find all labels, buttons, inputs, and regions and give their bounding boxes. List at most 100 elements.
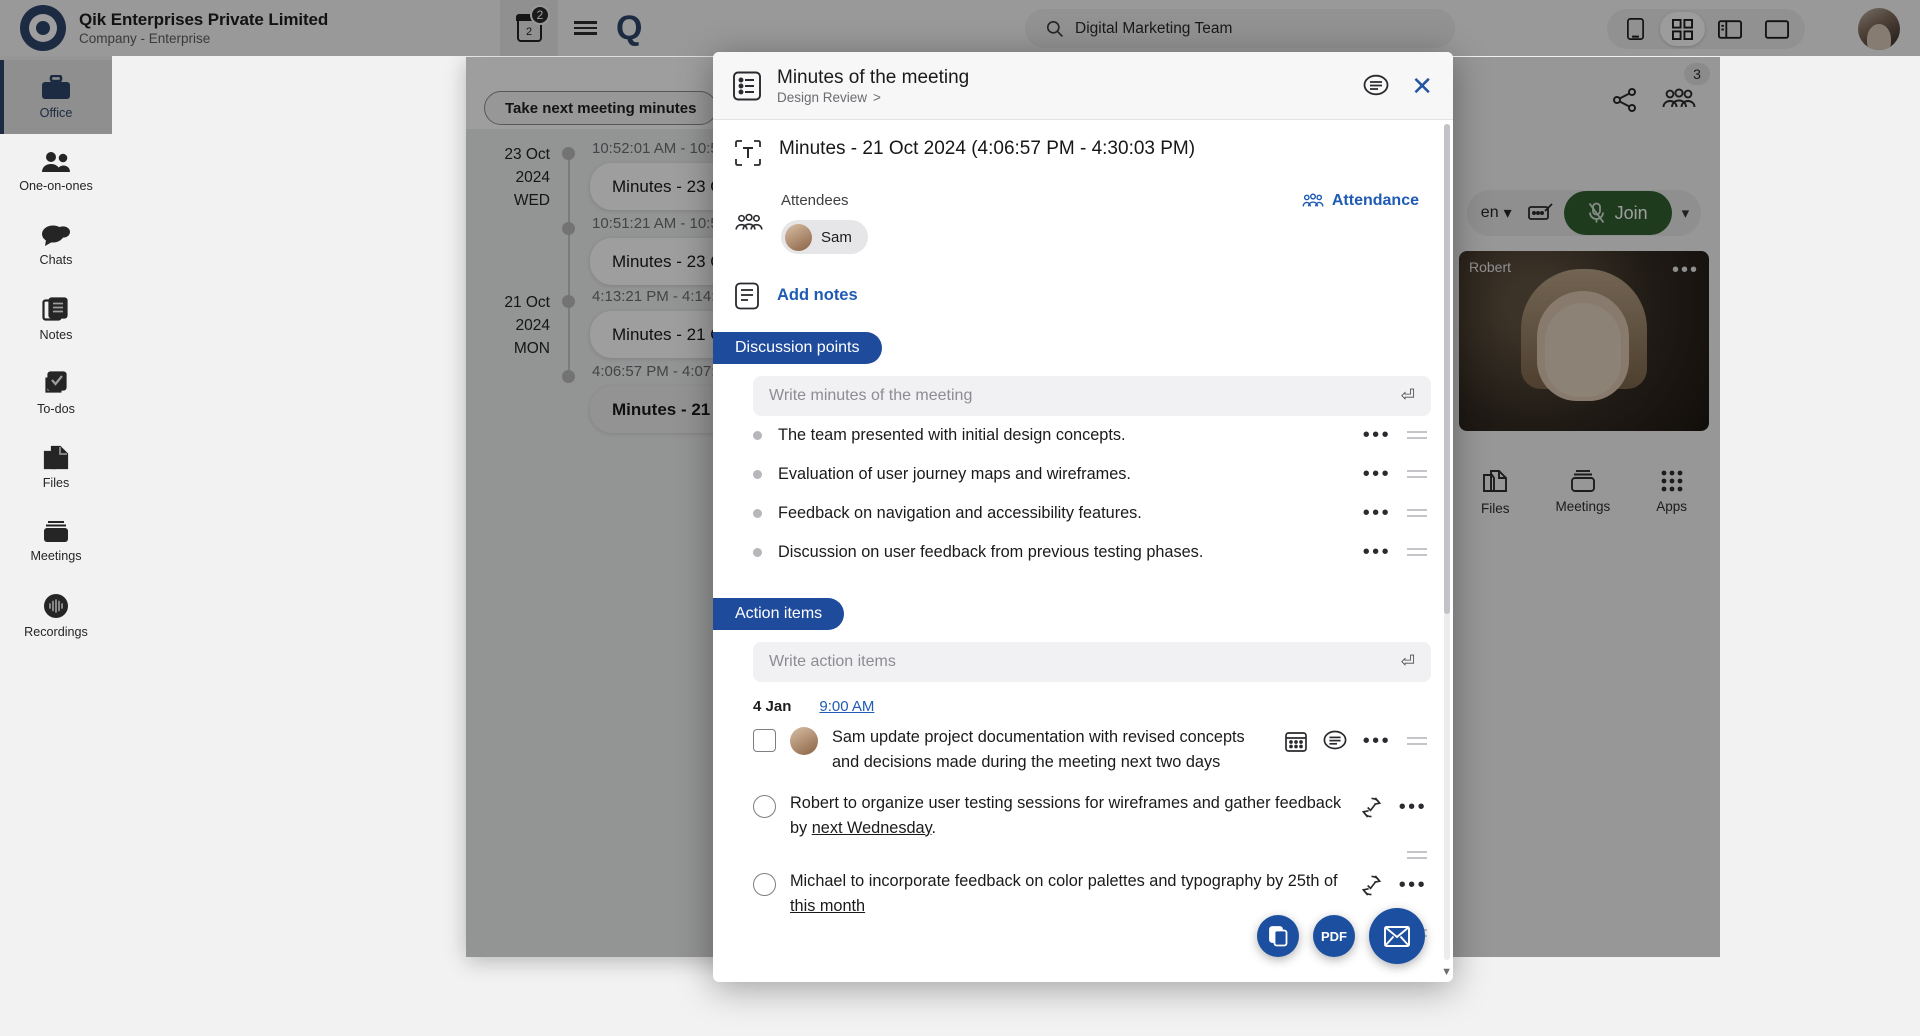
whiteboard-icon[interactable] bbox=[1527, 203, 1554, 223]
split-layout-icon[interactable] bbox=[1707, 12, 1752, 46]
close-icon[interactable]: ✕ bbox=[1411, 73, 1433, 99]
attendance-icon bbox=[1302, 193, 1324, 207]
enter-icon[interactable]: ⏎ bbox=[1401, 386, 1415, 406]
rail-item-recordings[interactable]: Recordings bbox=[0, 578, 112, 652]
attendees-icon bbox=[735, 213, 763, 230]
tabs-button[interactable]: 2 2 bbox=[500, 0, 558, 56]
breadcrumb-label: Design Review bbox=[777, 90, 868, 105]
drag-handle-icon[interactable] bbox=[1407, 470, 1427, 478]
recurring-icon[interactable] bbox=[1360, 796, 1383, 819]
modal-scrollbar-thumb[interactable] bbox=[1444, 124, 1450, 614]
attendance-button[interactable]: Attendance bbox=[1302, 192, 1419, 210]
drag-handle-icon[interactable] bbox=[1407, 509, 1427, 517]
minutes-doc-icon bbox=[733, 71, 761, 100]
take-next-minutes-button[interactable]: Take next meeting minutes bbox=[484, 91, 718, 125]
timeline-dot-icon bbox=[562, 295, 575, 308]
tabs-count: 2 bbox=[525, 25, 533, 38]
tab-meetings[interactable]: Meetings bbox=[1555, 469, 1610, 516]
action-item-text: Sam update project documentation with re… bbox=[832, 727, 1245, 771]
kebab-icon[interactable]: ••• bbox=[1363, 731, 1391, 751]
discussion-point-row[interactable]: The team presented with initial design c… bbox=[713, 416, 1453, 455]
search-input[interactable]: Digital Marketing Team bbox=[1075, 20, 1232, 38]
app-logo-icon bbox=[20, 5, 66, 51]
user-avatar[interactable] bbox=[1858, 8, 1900, 50]
checkbox[interactable] bbox=[753, 728, 776, 752]
action-item-row[interactable]: Robert to organize user testing sessions… bbox=[713, 785, 1453, 851]
participant-video-tile[interactable]: Robert ••• bbox=[1459, 251, 1709, 431]
files-icon bbox=[43, 445, 69, 469]
meeting-side-pane: 3 en ▾ Join ▾ Robert ••• Files Meetings … bbox=[1448, 57, 1720, 957]
language-dropdown[interactable]: en ▾ bbox=[1475, 203, 1518, 223]
attendee-chip[interactable]: Sam bbox=[781, 220, 868, 254]
kebab-icon[interactable]: ••• bbox=[1363, 464, 1391, 484]
share-icon[interactable] bbox=[1612, 87, 1638, 113]
drag-handle-icon[interactable] bbox=[1407, 548, 1427, 556]
action-item-due[interactable]: next Wednesday bbox=[812, 819, 932, 837]
kebab-icon[interactable]: ••• bbox=[1399, 797, 1427, 817]
join-meeting-button[interactable]: Join bbox=[1563, 191, 1672, 235]
drag-handle-icon[interactable] bbox=[1407, 431, 1427, 439]
rail-item-to-dos[interactable]: To-dos bbox=[0, 356, 112, 430]
action-items-input[interactable]: Write action items ⏎ bbox=[753, 641, 1431, 682]
comment-icon[interactable] bbox=[1323, 730, 1347, 752]
kebab-icon[interactable]: ••• bbox=[1363, 425, 1391, 445]
kebab-icon[interactable]: ••• bbox=[1363, 542, 1391, 562]
tab-apps[interactable]: Apps bbox=[1656, 469, 1687, 516]
rail-item-files[interactable]: Files bbox=[0, 430, 112, 504]
discussion-point-text: Evaluation of user journey maps and wire… bbox=[778, 464, 1131, 483]
participant-count-badge: 3 bbox=[1684, 63, 1710, 85]
phone-layout-icon[interactable] bbox=[1613, 12, 1658, 46]
search-bar[interactable]: Digital Marketing Team bbox=[1025, 9, 1455, 48]
modal-breadcrumb[interactable]: Design Review > bbox=[777, 90, 969, 105]
recordings-icon bbox=[44, 593, 68, 618]
rail-item-chats[interactable]: Chats bbox=[0, 208, 112, 282]
grid-layout-icon[interactable] bbox=[1660, 12, 1705, 46]
notes-icon bbox=[42, 296, 68, 321]
join-options-chevron-icon[interactable]: ▾ bbox=[1682, 204, 1694, 222]
discussion-point-row[interactable]: Discussion on user feedback from previou… bbox=[713, 533, 1453, 572]
rail-item-one-on-ones[interactable]: One-on-ones bbox=[0, 134, 112, 208]
comment-icon[interactable] bbox=[1363, 74, 1389, 98]
discussion-input-placeholder: Write minutes of the meeting bbox=[769, 386, 973, 404]
pdf-fab-button[interactable]: PDF bbox=[1313, 915, 1355, 957]
meeting-title: Minutes - 21 Oct 2024 (4:06:57 PM - 4:30… bbox=[779, 138, 1196, 159]
scroll-down-icon[interactable]: ▼ bbox=[1441, 966, 1452, 978]
recurring-icon[interactable] bbox=[1360, 874, 1383, 897]
email-fab-button[interactable] bbox=[1369, 908, 1425, 964]
action-item-due[interactable]: this month bbox=[790, 897, 865, 915]
action-item-row[interactable]: Sam update project documentation with re… bbox=[713, 719, 1453, 785]
participants-icon[interactable] bbox=[1662, 87, 1696, 111]
enter-icon[interactable]: ⏎ bbox=[1401, 652, 1415, 672]
discussion-point-row[interactable]: Evaluation of user journey maps and wire… bbox=[713, 455, 1453, 494]
notes-icon bbox=[735, 282, 759, 309]
checklist-icon bbox=[45, 370, 67, 393]
meetings-icon bbox=[44, 520, 68, 542]
discussion-input[interactable]: Write minutes of the meeting ⏎ bbox=[753, 375, 1431, 416]
rail-item-office[interactable]: Office bbox=[0, 60, 112, 134]
kebab-icon[interactable]: ••• bbox=[1399, 875, 1427, 895]
single-layout-icon[interactable] bbox=[1754, 12, 1799, 46]
drag-handle-icon[interactable] bbox=[1407, 850, 1427, 859]
checkbox[interactable] bbox=[753, 794, 776, 818]
discussion-points-section: Discussion points Write minutes of the m… bbox=[713, 310, 1453, 572]
rail-item-meetings[interactable]: Meetings bbox=[0, 504, 112, 578]
add-notes-label[interactable]: Add notes bbox=[777, 286, 858, 305]
minutes-date: 21 Oct 2024 MON bbox=[504, 294, 550, 357]
rail-item-notes[interactable]: Notes bbox=[0, 282, 112, 356]
drag-handle-icon[interactable] bbox=[1407, 736, 1427, 745]
calendar-icon[interactable] bbox=[1284, 730, 1307, 752]
discussion-point-text: Discussion on user feedback from previou… bbox=[778, 542, 1204, 561]
copy-fab-button[interactable] bbox=[1257, 915, 1299, 957]
join-controls: en ▾ Join ▾ bbox=[1466, 190, 1702, 236]
video-kebab-icon[interactable]: ••• bbox=[1672, 259, 1699, 282]
discussion-point-row[interactable]: Feedback on navigation and accessibility… bbox=[713, 494, 1453, 533]
menu-button[interactable] bbox=[558, 18, 612, 38]
add-notes-row[interactable]: Add notes bbox=[713, 256, 1453, 310]
rail-label: Chats bbox=[39, 252, 73, 267]
tab-files[interactable]: Files bbox=[1481, 469, 1510, 516]
action-item-time[interactable]: 9:00 AM bbox=[819, 698, 874, 715]
attendees-row: Attendees Attendance Sam bbox=[713, 166, 1453, 256]
checkbox[interactable] bbox=[753, 872, 776, 896]
kebab-icon[interactable]: ••• bbox=[1363, 503, 1391, 523]
minutes-date: 23 Oct 2024 WED bbox=[504, 146, 550, 209]
